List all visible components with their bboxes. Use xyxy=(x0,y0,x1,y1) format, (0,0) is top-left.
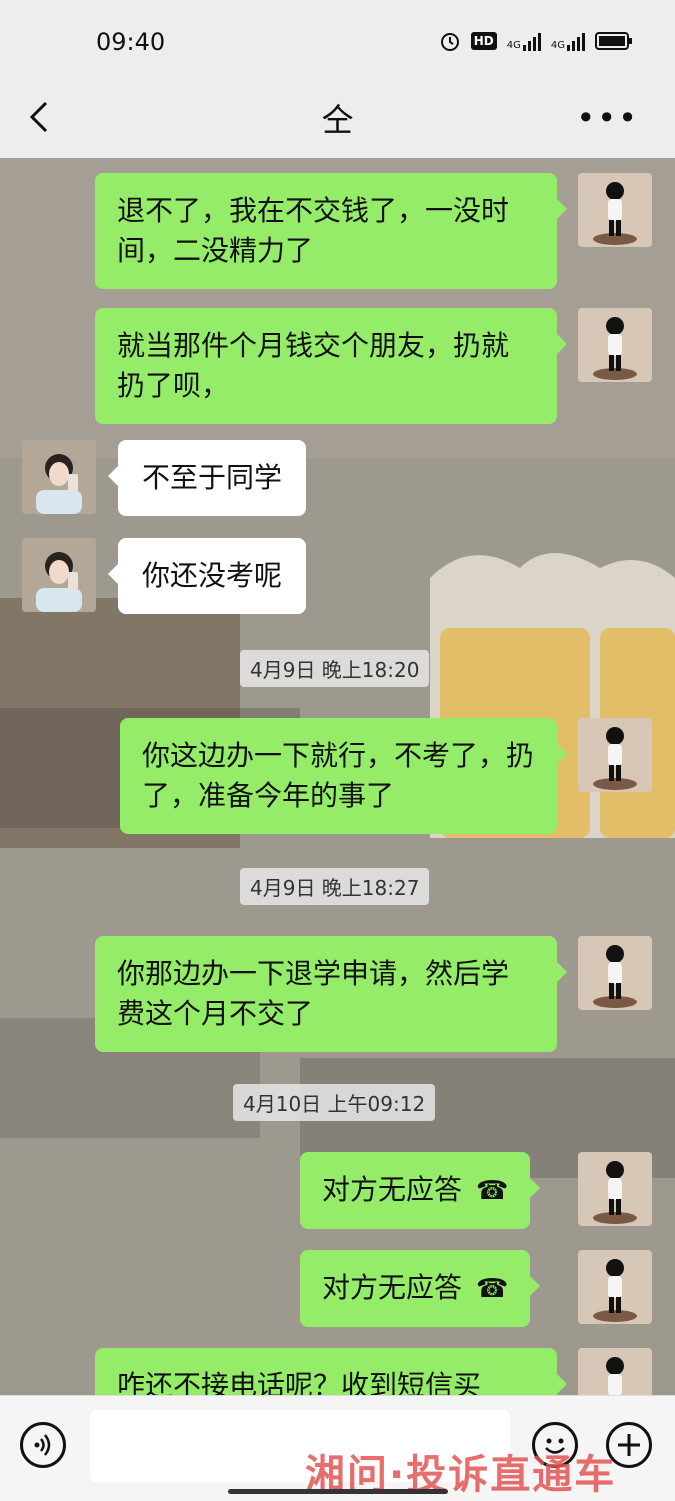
avatar[interactable] xyxy=(578,308,652,382)
call-status-text: 对方无应答 xyxy=(322,1173,463,1206)
chat-header: 仝 ••• xyxy=(0,85,675,158)
status-time: 09:40 xyxy=(96,28,166,56)
avatar[interactable] xyxy=(578,936,652,1010)
avatar[interactable] xyxy=(22,538,96,612)
avatar[interactable] xyxy=(578,1250,652,1324)
signal-icon-2: 4G xyxy=(551,31,585,51)
signal-icon: 4G xyxy=(507,31,541,51)
home-indicator xyxy=(228,1489,448,1494)
call-record-bubble[interactable]: 对方无应答 ☎ xyxy=(300,1152,541,1229)
battery-icon xyxy=(595,32,632,50)
timestamp: 4月9日 晚上18:20 xyxy=(240,650,430,687)
voice-input-icon[interactable] xyxy=(20,1422,66,1468)
call-record-bubble[interactable]: 对方无应答 ☎ xyxy=(300,1250,541,1327)
message-bubble-incoming[interactable]: 不至于同学 xyxy=(107,440,307,516)
status-icons: HD 4G 4G xyxy=(439,30,633,52)
phone-hangup-icon: ☎ xyxy=(476,1176,509,1206)
more-options-icon[interactable]: ••• xyxy=(576,99,639,137)
avatar[interactable] xyxy=(578,173,652,247)
status-bar: 09:40 HD 4G 4G xyxy=(0,0,675,85)
chat-area[interactable]: 退不了，我在不交钱了，一没时间，二没精力了 就当那件个月钱交个朋友，扔就扔了呗，… xyxy=(0,158,675,1395)
chat-title: 仝 xyxy=(321,101,354,139)
call-status-text: 对方无应答 xyxy=(322,1271,463,1304)
message-bubble-outgoing[interactable]: 你这边办一下就行，不考了，扔了，准备今年的事了 xyxy=(120,718,567,834)
phone-hangup-icon: ☎ xyxy=(476,1274,509,1304)
hd-badge: HD xyxy=(470,32,497,50)
network-label: 4G xyxy=(506,40,521,51)
alarm-icon xyxy=(440,33,459,51)
avatar[interactable] xyxy=(578,1348,652,1395)
message-bubble-outgoing[interactable]: 咋还不接电话呢？收到短信买 xyxy=(95,1348,567,1395)
message-bubble-incoming[interactable]: 你还没考呢 xyxy=(107,538,307,614)
avatar[interactable] xyxy=(578,718,652,792)
timestamp: 4月10日 上午09:12 xyxy=(233,1084,436,1121)
timestamp: 4月9日 晚上18:27 xyxy=(240,868,430,905)
message-bubble-outgoing[interactable]: 退不了，我在不交钱了，一没时间，二没精力了 xyxy=(95,173,567,289)
message-bubble-outgoing[interactable]: 你那边办一下退学申请，然后学费这个月不交了 xyxy=(95,936,567,1052)
avatar[interactable] xyxy=(578,1152,652,1226)
message-bubble-outgoing[interactable]: 就当那件个月钱交个朋友，扔就扔了呗， xyxy=(95,308,567,424)
avatar[interactable] xyxy=(22,440,96,514)
network-label-2: 4G xyxy=(550,40,565,51)
